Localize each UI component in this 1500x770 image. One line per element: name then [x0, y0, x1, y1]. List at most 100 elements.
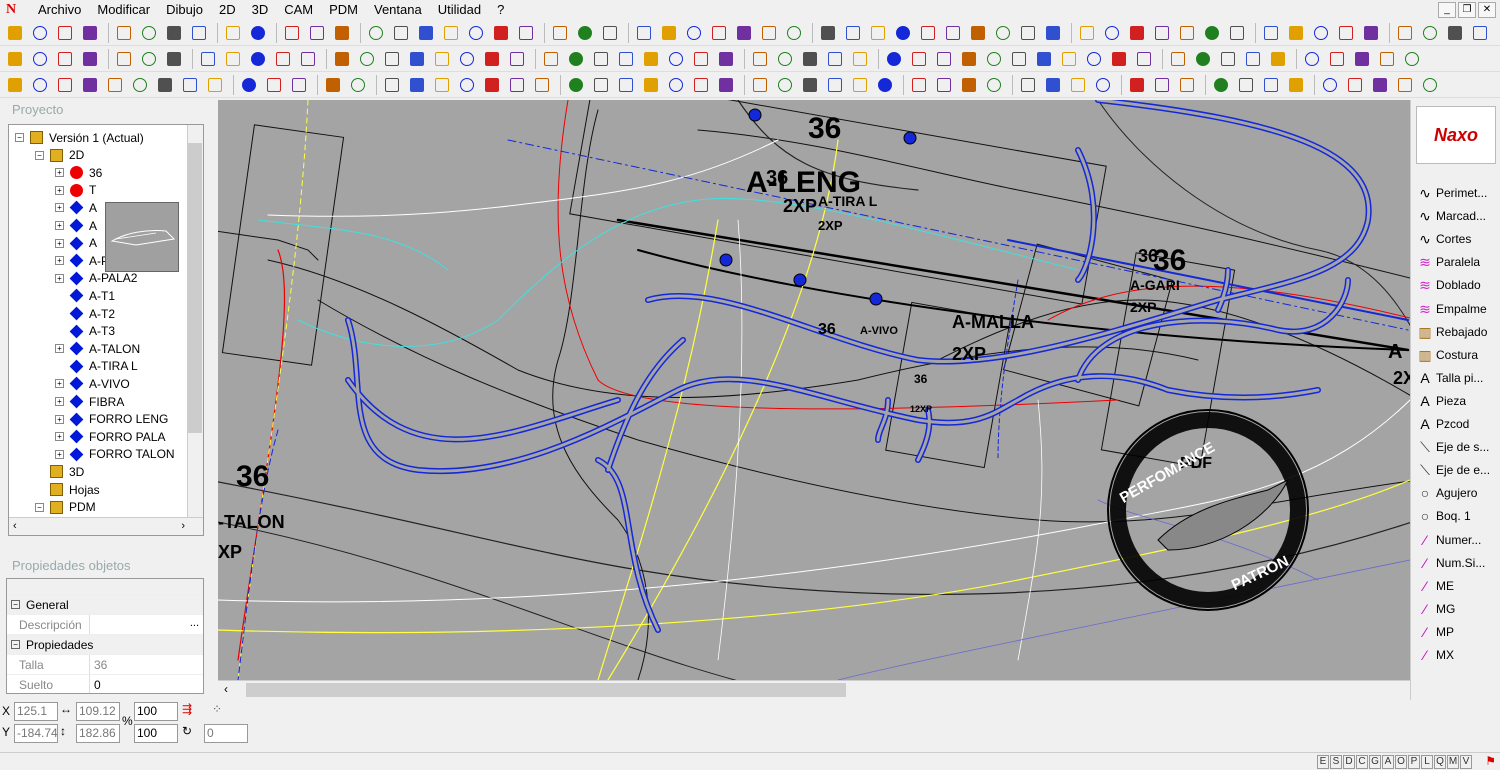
main-tool-36-icon[interactable] — [942, 22, 964, 44]
menu-modificar[interactable]: Modificar — [89, 0, 158, 20]
snap-grid-icon[interactable]: ⁘ — [212, 702, 222, 716]
draw-tool-15-icon[interactable] — [381, 74, 403, 96]
draw-tool-21-icon[interactable] — [531, 74, 553, 96]
main-tool-32-icon[interactable] — [842, 22, 864, 44]
main-tool-28-icon[interactable] — [733, 22, 755, 44]
main-tool-53-icon[interactable] — [1394, 22, 1416, 44]
edit-tool-22-icon[interactable] — [565, 48, 587, 70]
draw-tool-34-icon[interactable] — [874, 74, 896, 96]
status-toggle[interactable]: O — [1395, 755, 1407, 769]
draw-tool-30-icon[interactable] — [774, 74, 796, 96]
edit-tool-15-icon[interactable] — [381, 48, 403, 70]
edit-tool-52-icon[interactable] — [1351, 48, 1373, 70]
main-tool-39-icon[interactable] — [1017, 22, 1039, 44]
menu-2d[interactable]: 2D — [211, 0, 244, 20]
expand-icon[interactable]: + — [55, 238, 64, 248]
draw-tool-24-icon[interactable] — [615, 74, 637, 96]
main-tool-7-icon[interactable] — [163, 22, 185, 44]
tree-node[interactable]: + A — [55, 217, 97, 234]
edit-tool-4-icon[interactable] — [79, 48, 101, 70]
menu-ventana[interactable]: Ventana — [366, 0, 430, 20]
tree-node[interactable]: A-T2 — [55, 305, 115, 322]
main-tool-47-icon[interactable] — [1226, 22, 1248, 44]
drawing-canvas[interactable]: 36 A-LENG 36 2XP A-TIRA L 2XP 36 36 A-GARI 2XP 36 A… — [218, 100, 1410, 680]
expand-icon[interactable]: + — [55, 168, 64, 178]
main-tool-6-icon[interactable] — [138, 22, 160, 44]
tree-node[interactable]: + T — [55, 182, 96, 199]
tree-node[interactable]: + A-TALON — [55, 340, 140, 357]
edit-tool-45-icon[interactable] — [1167, 48, 1189, 70]
x-coordinate-field[interactable]: 125.1 — [14, 702, 58, 721]
prop-section-propiedades[interactable]: − Propiedades — [7, 635, 203, 655]
draw-tool-19-icon[interactable] — [481, 74, 503, 96]
edit-tool-38-icon[interactable] — [983, 48, 1005, 70]
draw-tool-25-icon[interactable] — [640, 74, 662, 96]
expand-icon[interactable]: + — [55, 449, 64, 459]
expand-icon[interactable]: + — [55, 432, 64, 442]
main-tool-9-icon[interactable] — [222, 22, 244, 44]
menu-help[interactable]: ? — [489, 0, 512, 20]
prop-section-general[interactable]: − General — [7, 595, 203, 615]
scale-lock-icon[interactable]: ⇶ — [182, 702, 192, 716]
edit-tool-6-icon[interactable] — [138, 48, 160, 70]
main-tool-54-icon[interactable] — [1419, 22, 1441, 44]
main-tool-4-icon[interactable] — [79, 22, 101, 44]
status-toggle[interactable]: Q — [1434, 755, 1446, 769]
main-tool-34-icon[interactable] — [892, 22, 914, 44]
close-icon[interactable]: ✕ — [1478, 2, 1496, 18]
main-tool-56-icon[interactable] — [1469, 22, 1491, 44]
draw-tool-47-icon[interactable] — [1235, 74, 1257, 96]
draw-tool-4-icon[interactable] — [79, 74, 101, 96]
edit-tool-53-icon[interactable] — [1376, 48, 1398, 70]
draw-tool-17-icon[interactable] — [431, 74, 453, 96]
tool-eje-de-e[interactable]: ⟍ Eje de e... — [1417, 459, 1490, 481]
edit-tool-10-icon[interactable] — [247, 48, 269, 70]
draw-tool-31-icon[interactable] — [799, 74, 821, 96]
main-tool-11-icon[interactable] — [281, 22, 303, 44]
edit-tool-34-icon[interactable] — [883, 48, 905, 70]
edit-tool-2-icon[interactable] — [29, 48, 51, 70]
draw-tool-33-icon[interactable] — [849, 74, 871, 96]
main-tool-16-icon[interactable] — [415, 22, 437, 44]
draw-tool-18-icon[interactable] — [456, 74, 478, 96]
edit-tool-11-icon[interactable] — [272, 48, 294, 70]
tool-pieza[interactable]: A Pieza — [1417, 390, 1466, 412]
tree-node[interactable]: A-TIRA L — [55, 358, 138, 375]
tree-node[interactable]: + FIBRA — [55, 393, 124, 410]
draw-tool-51-icon[interactable] — [1344, 74, 1366, 96]
status-toggle[interactable]: L — [1421, 755, 1433, 769]
tree-node[interactable]: A-T3 — [55, 323, 115, 340]
menu-dibujo[interactable]: Dibujo — [158, 0, 211, 20]
edit-tool-5-icon[interactable] — [113, 48, 135, 70]
edit-tool-43-icon[interactable] — [1108, 48, 1130, 70]
draw-tool-20-icon[interactable] — [506, 74, 528, 96]
edit-tool-14-icon[interactable] — [356, 48, 378, 70]
width-field[interactable]: 109.12 — [76, 702, 120, 721]
main-tool-50-icon[interactable] — [1310, 22, 1332, 44]
prop-row-suelto[interactable]: Suelto 0 — [7, 675, 203, 693]
draw-tool-2-icon[interactable] — [29, 74, 51, 96]
edit-tool-8-icon[interactable] — [197, 48, 219, 70]
tree-node[interactable]: + A — [55, 199, 97, 216]
draw-tool-5-icon[interactable] — [104, 74, 126, 96]
main-tool-45-icon[interactable] — [1176, 22, 1198, 44]
canvas-horizontal-scrollbar[interactable]: ‹ — [218, 680, 1410, 698]
status-toggle[interactable]: S — [1330, 755, 1342, 769]
edit-tool-31-icon[interactable] — [799, 48, 821, 70]
edit-tool-1-icon[interactable] — [4, 48, 26, 70]
tree-node[interactable]: + FORRO LENG — [55, 411, 168, 428]
main-tool-49-icon[interactable] — [1285, 22, 1307, 44]
draw-tool-6-icon[interactable] — [129, 74, 151, 96]
tool-me[interactable]: ⁄ ME — [1417, 575, 1454, 597]
edit-tool-33-icon[interactable] — [849, 48, 871, 70]
tool-rebajado[interactable]: ▥ Rebajado — [1417, 321, 1487, 343]
main-tool-41-icon[interactable] — [1076, 22, 1098, 44]
edit-tool-48-icon[interactable] — [1242, 48, 1264, 70]
main-tool-44-icon[interactable] — [1151, 22, 1173, 44]
status-toggle[interactable]: D — [1343, 755, 1355, 769]
draw-tool-43-icon[interactable] — [1126, 74, 1148, 96]
edit-tool-50-icon[interactable] — [1301, 48, 1323, 70]
expand-icon[interactable]: + — [55, 256, 64, 266]
status-toggle[interactable]: M — [1447, 755, 1459, 769]
tool-cortes[interactable]: ∿ Cortes — [1417, 228, 1471, 250]
